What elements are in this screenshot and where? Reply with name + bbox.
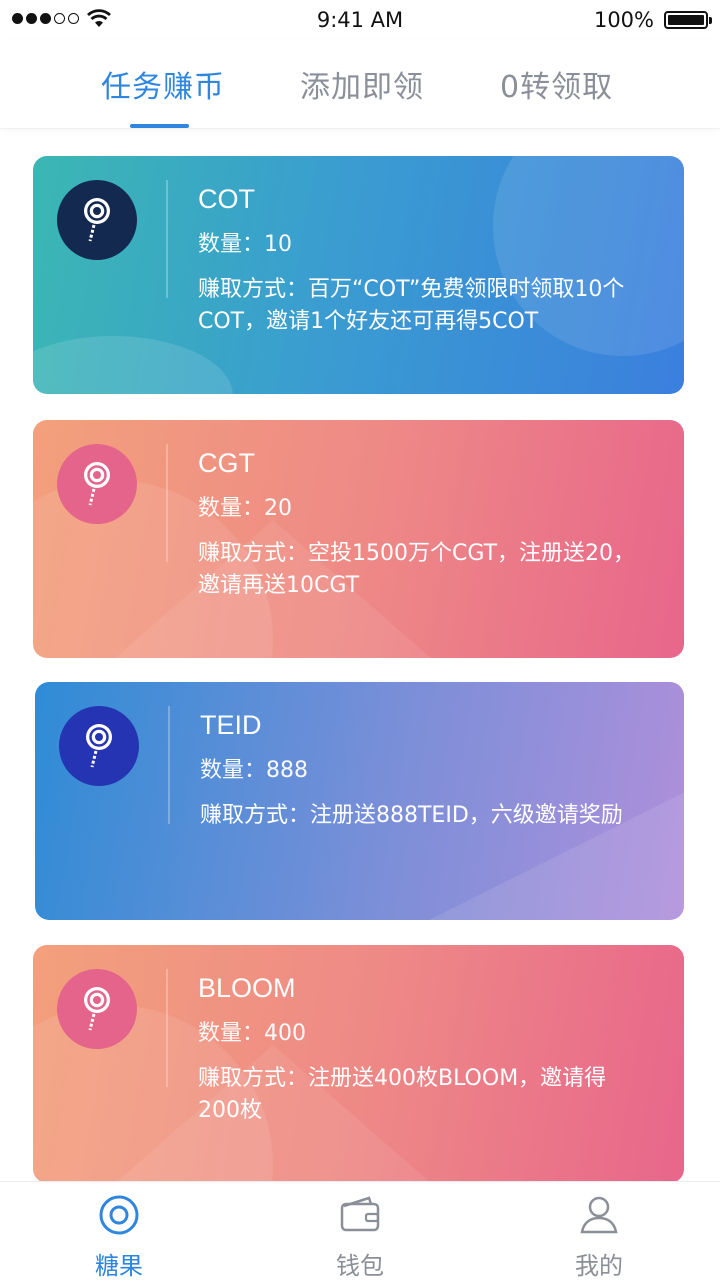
candy-card-bloom[interactable]: BLOOM 数量：400 赚取方式：注册送400枚BLOOM，邀请得200枚 <box>33 945 684 1183</box>
card-description: 赚取方式：空投1500万个CGT，注册送20，邀请再送10CGT <box>198 541 636 598</box>
card-title: BLOOM <box>198 973 296 1003</box>
card-title: COT <box>198 184 255 214</box>
nav-item-mine[interactable]: 我的 <box>539 1194 659 1281</box>
card-description: 赚取方式：百万“COT”免费领限时领取10个COT，邀请1个好友还可再得5COT <box>198 277 625 334</box>
lollipop-icon <box>59 706 139 786</box>
tab-task-earn[interactable]: 任务赚币 <box>101 62 225 106</box>
battery-percentage: 100% <box>593 8 654 32</box>
bottom-nav: 糖果 钱包 我的 <box>0 1181 720 1281</box>
tab-zero-transfer[interactable]: 0转领取 <box>500 62 613 106</box>
card-amount: 数量：10 <box>198 232 292 257</box>
active-tab-indicator <box>130 124 189 128</box>
nav-label: 钱包 <box>336 1252 384 1280</box>
card-amount: 数量：888 <box>200 758 308 783</box>
candy-card-cot[interactable]: COT 数量：10 赚取方式：百万“COT”免费领限时领取10个COT，邀请1个… <box>33 156 684 394</box>
nav-item-candy[interactable]: 糖果 <box>59 1194 179 1281</box>
nav-item-wallet[interactable]: 钱包 <box>300 1194 420 1281</box>
card-title: TEID <box>200 710 262 740</box>
lollipop-icon <box>57 444 137 524</box>
candy-target-icon <box>99 1195 139 1235</box>
card-description: 赚取方式：注册送400枚BLOOM，邀请得200枚 <box>198 1066 607 1123</box>
status-bar: 9:41 AM 100% <box>0 0 720 40</box>
card-divider <box>166 180 168 298</box>
card-divider <box>168 706 170 824</box>
tab-add-claim[interactable]: 添加即领 <box>300 62 424 106</box>
user-icon <box>580 1196 618 1234</box>
card-divider <box>166 444 168 562</box>
battery-icon <box>664 11 712 29</box>
card-amount: 数量：400 <box>198 1021 306 1046</box>
wallet-icon <box>340 1196 380 1232</box>
nav-label: 糖果 <box>95 1252 143 1280</box>
card-description: 赚取方式：注册送888TEID，六级邀请奖励 <box>200 803 623 828</box>
card-divider <box>166 969 168 1087</box>
top-tab-bar: 任务赚币 添加即领 0转领取 <box>0 40 720 129</box>
candy-card-teid[interactable]: TEID 数量：888 赚取方式：注册送888TEID，六级邀请奖励 <box>35 682 684 920</box>
nav-label: 我的 <box>575 1252 623 1280</box>
lollipop-icon <box>57 180 137 260</box>
card-amount: 数量：20 <box>198 496 292 521</box>
lollipop-icon <box>57 969 137 1049</box>
card-title: CGT <box>198 448 255 478</box>
candy-card-cgt[interactable]: CGT 数量：20 赚取方式：空投1500万个CGT，注册送20，邀请再送10C… <box>33 420 684 658</box>
